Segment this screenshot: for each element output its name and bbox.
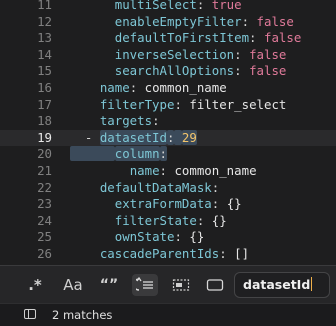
code-line[interactable]: 16 name: common_name [0, 80, 336, 97]
yaml-key: defaultDataMask [99, 179, 212, 195]
code-line[interactable]: 15 searchAllOptions: false [0, 63, 336, 80]
code-line[interactable]: 13 defaultToFirstItem: false [0, 30, 336, 47]
panel-toggle-icon[interactable] [24, 309, 36, 319]
code-text: defaultToFirstItem: false [114, 30, 302, 46]
line-number: 13 [37, 30, 52, 46]
code-text: name: common_name [129, 162, 257, 178]
yaml-value: {} [189, 229, 205, 245]
status-bar: 2 matches [0, 303, 336, 326]
code-line[interactable]: 22 defaultDataMask: [0, 180, 336, 197]
code-text: searchAllOptions: false [114, 63, 287, 79]
code-line[interactable]: 25 ownState: {} [0, 229, 336, 246]
line-number: 19 [37, 129, 52, 145]
yaml-key: inverseSelection [114, 46, 235, 62]
line-number: 16 [37, 79, 52, 95]
line-number: 20 [37, 146, 52, 162]
yaml-key: cascadeParentIds [99, 245, 220, 261]
line-number: 23 [37, 196, 52, 212]
code-editor[interactable]: 11 multiSelect: true 12 enableEmptyFilter… [0, 0, 336, 265]
yaml-key: defaultToFirstItem [114, 30, 250, 46]
code-text: defaultDataMask: [99, 179, 220, 195]
wrap-icon [136, 277, 153, 291]
yaml-key: column [114, 146, 160, 162]
code-text: extraFormData: {} [114, 196, 242, 212]
yaml-value: [] [234, 245, 250, 261]
yaml-key: name [129, 162, 160, 178]
yaml-value: false [249, 46, 287, 62]
code-text: filterState: {} [114, 212, 227, 228]
find-input[interactable]: datasetId [234, 272, 330, 298]
code-line[interactable]: 11 multiSelect: true [0, 0, 336, 14]
yaml-key: targets [99, 113, 153, 129]
search-match: datasetId [99, 129, 167, 145]
yaml-value: filter_select [189, 96, 287, 112]
code-line[interactable]: 12 enableEmptyFilter: false [0, 14, 336, 31]
yaml-key: ownState [114, 229, 175, 245]
match-count: 2 matches [52, 308, 113, 322]
find-bar: .* Aa “” datasetId [0, 265, 336, 304]
yaml-key: filterType [99, 96, 175, 112]
code-text: column: [70, 146, 167, 163]
yaml-key: enableEmptyFilter [114, 13, 242, 29]
yaml-value: false [263, 30, 302, 46]
yaml-value: false [249, 63, 287, 79]
yaml-value: common_name [174, 162, 257, 178]
code-text: name: common_name [99, 79, 227, 95]
yaml-key: searchAllOptions [114, 63, 235, 79]
code-text: filterType: filter_select [99, 96, 287, 112]
code-text: inverseSelection: false [114, 46, 287, 62]
whole-word-button[interactable]: “” [96, 274, 122, 296]
yaml-value: {} [226, 196, 242, 212]
line-number: 22 [37, 179, 52, 195]
code-line[interactable]: 17 filterType: filter_select [0, 97, 336, 114]
line-number: 24 [37, 212, 52, 228]
code-text: targets: [99, 113, 160, 129]
yaml-value: true [211, 0, 242, 12]
code-line[interactable]: 23 extraFormData: {} [0, 196, 336, 213]
regex-toggle-button[interactable]: .* [22, 274, 48, 296]
line-number: 15 [37, 63, 52, 79]
line-number: 14 [37, 46, 52, 62]
line-number: 25 [37, 229, 52, 245]
text-caret [311, 277, 313, 291]
code-text: enableEmptyFilter: false [114, 13, 294, 29]
yaml-value: {} [211, 212, 227, 228]
yaml-value: false [256, 13, 294, 29]
code-text: ownState: {} [114, 229, 205, 245]
code-line[interactable]: 24 filterState: {} [0, 213, 336, 230]
code-line[interactable]: 19 - datasetId: 29 [0, 129, 336, 147]
yaml-key: extraFormData [114, 196, 212, 212]
yaml-key: name [99, 79, 130, 95]
yaml-key: filterState [114, 212, 197, 228]
line-number: 11 [37, 0, 52, 12]
line-number: 12 [37, 13, 52, 29]
line-number: 18 [37, 113, 52, 129]
match-case-button[interactable]: Aa [60, 274, 86, 296]
case-icon: Aa [63, 276, 83, 294]
code-text: cascadeParentIds: [] [99, 245, 250, 261]
code-line[interactable]: 14 inverseSelection: false [0, 47, 336, 64]
quotes-icon: “” [99, 277, 119, 293]
code-line[interactable]: 26 cascadeParentIds: [] [0, 246, 336, 263]
selection-box-icon [172, 279, 190, 291]
yaml-value: common_name [144, 79, 227, 95]
code-line[interactable]: 20 column: [0, 146, 336, 163]
line-number: 17 [37, 96, 52, 112]
line-number: 26 [37, 245, 52, 261]
yaml-key: multiSelect [114, 0, 197, 12]
rectangle-icon [206, 279, 224, 291]
code-text: multiSelect: true [70, 0, 242, 14]
code-text: - datasetId: 29 [84, 129, 197, 145]
find-query-text: datasetId [243, 277, 311, 292]
regex-icon: .* [28, 276, 42, 294]
in-selection-toggle-button[interactable] [132, 274, 158, 296]
find-in-panel-button[interactable] [202, 274, 228, 296]
code-line[interactable]: 21 name: common_name [0, 163, 336, 180]
line-number: 21 [37, 162, 52, 178]
highlight-matches-button[interactable] [168, 274, 194, 296]
yaml-value: 29 [181, 129, 197, 145]
code-line[interactable]: 18 targets: [0, 113, 336, 130]
